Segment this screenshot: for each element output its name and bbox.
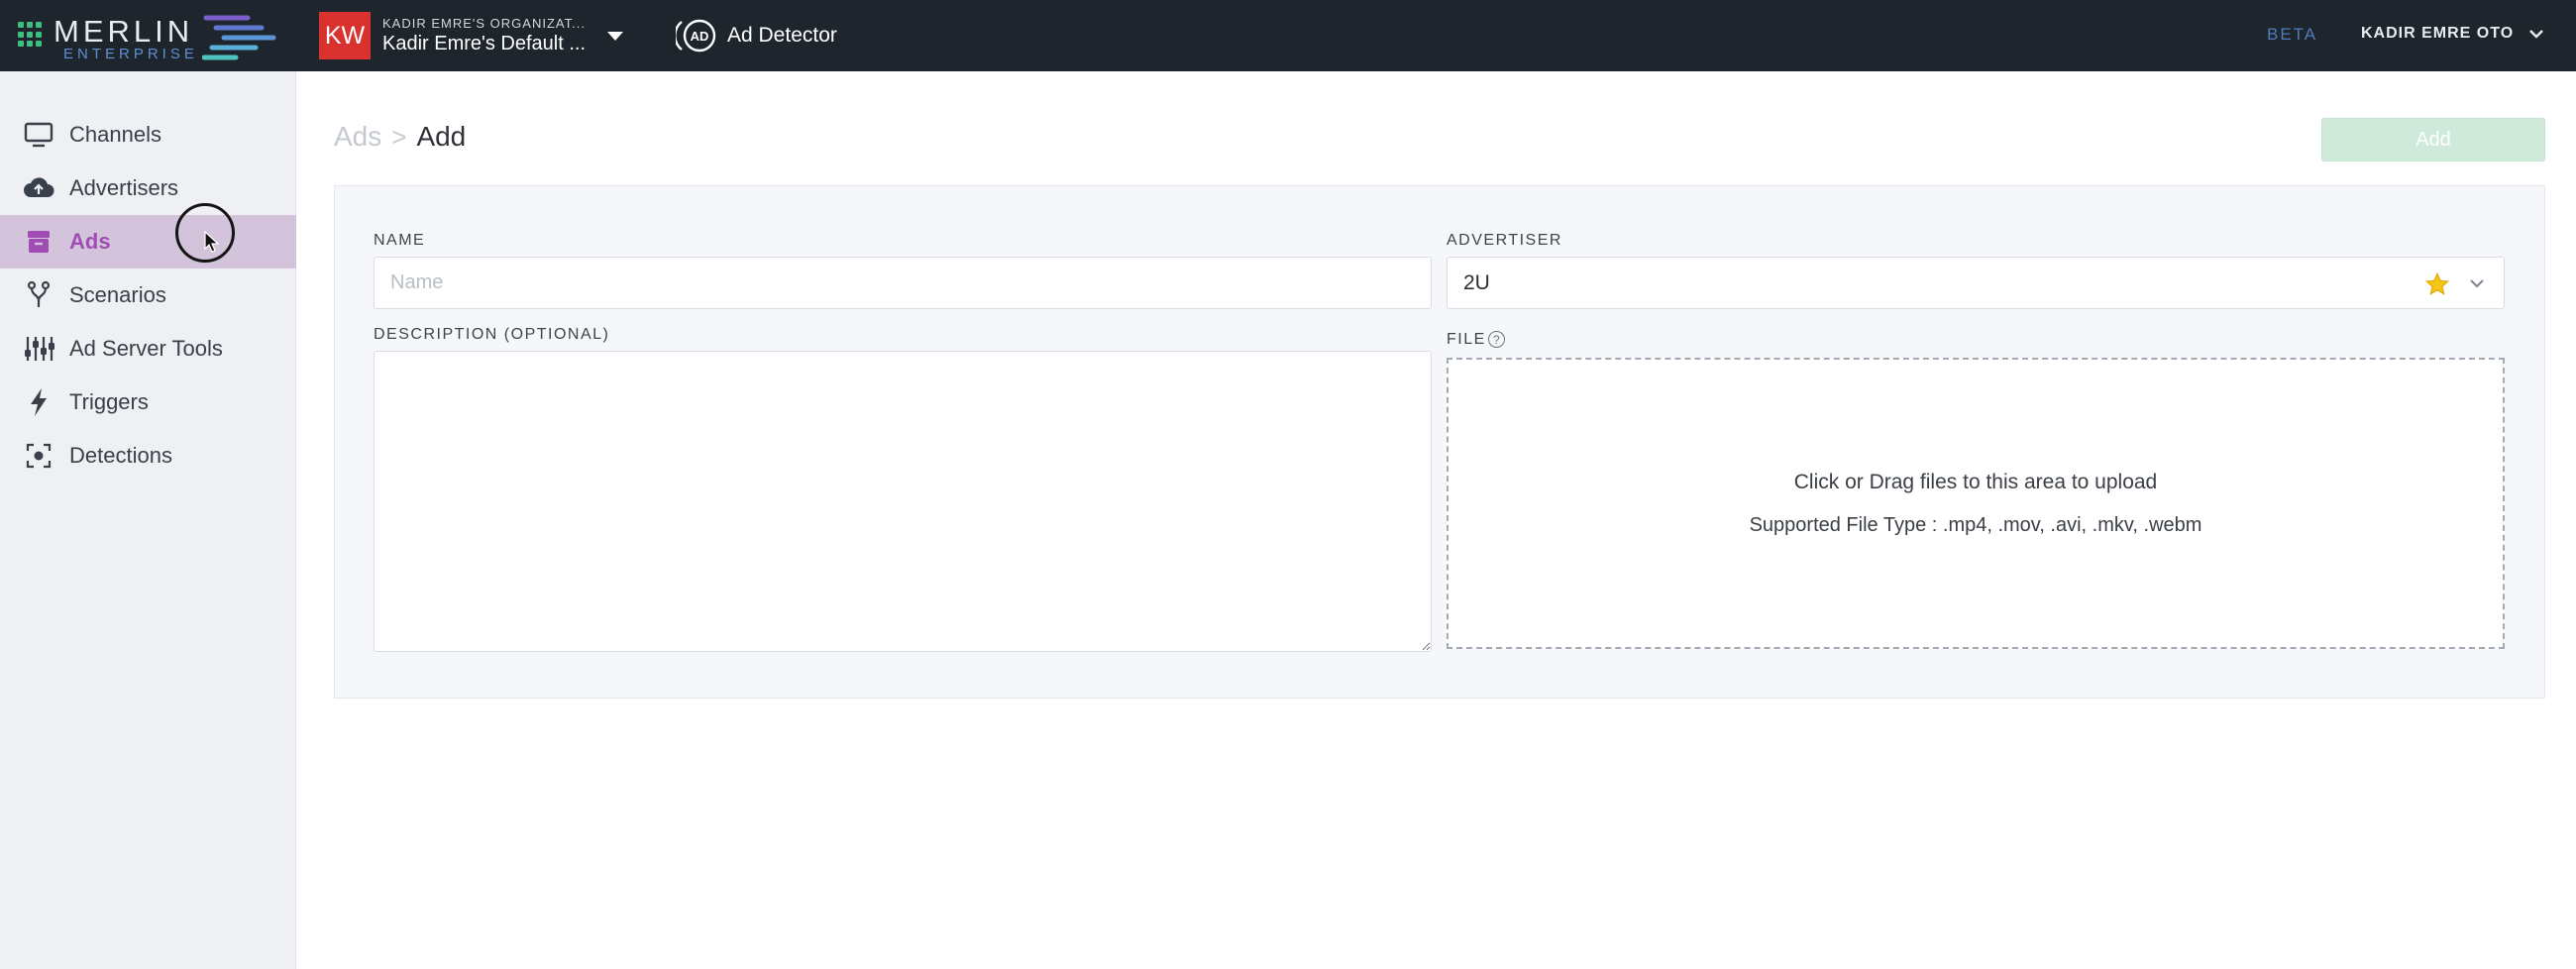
caret-down-icon[interactable] [607,31,623,41]
merlin-logo[interactable]: MERLIN ENTERPRISE [18,8,276,63]
chevron-down-icon[interactable] [2468,277,2486,289]
breadcrumb: Ads > Add [334,121,466,153]
sidebar-item-label: Advertisers [69,175,179,200]
sidebar-item-triggers[interactable]: Triggers [0,376,296,429]
brand-subtitle: ENTERPRISE [63,46,198,62]
organization-name: KADIR EMRE'S ORGANIZAT... [382,16,586,31]
sidebar-item-scenarios[interactable]: Scenarios [0,269,296,322]
brand-swoosh-icon [202,15,276,60]
name-label: NAME [374,232,426,249]
cloud-upload-icon [22,171,55,205]
workspace-name: Kadir Emre's Default ... [382,33,586,54]
dropzone-supported-types: Supported File Type : .mp4, .mov, .avi, … [1749,513,2202,536]
name-input[interactable] [374,257,1432,309]
sidebar-item-ads[interactable]: Ads [0,215,296,269]
sidebar: Channels Advertisers Ads Scenarios Ad Se… [0,71,296,969]
add-button[interactable]: Add [2321,118,2545,162]
sidebar-item-advertisers[interactable]: Advertisers [0,162,296,215]
sidebar-item-detections[interactable]: Detections [0,429,296,483]
chevron-down-icon[interactable] [2527,28,2545,40]
sidebar-item-channels[interactable]: Channels [0,108,296,162]
advertiser-label: ADVERTISER [1447,232,1562,249]
mouse-cursor-icon [204,231,220,253]
apps-grid-icon[interactable] [18,22,44,48]
file-label: FILE? [1447,331,1505,349]
beta-badge: BETA [2267,25,2318,44]
sidebar-item-label: Ads [69,229,111,254]
ad-icon-text: AD [691,29,709,44]
description-textarea[interactable] [374,351,1432,652]
description-label: DESCRIPTION (OPTIONAL) [374,326,610,343]
product-switcher[interactable]: AD Ad Detector [676,16,837,55]
file-upload-dropzone[interactable]: Click or Drag files to this area to uplo… [1447,358,2505,649]
branch-icon [22,278,55,312]
help-icon[interactable]: ? [1487,331,1505,349]
organization-avatar: KW [319,12,371,59]
breadcrumb-separator: > [391,121,407,152]
brand-name: MERLIN [54,14,194,49]
user-name: KADIR EMRE OTO [2361,25,2515,42]
sidebar-item-label: Detections [69,443,172,468]
product-name: Ad Detector [727,24,837,47]
sliders-icon [22,332,55,366]
user-menu[interactable]: KADIR EMRE OTO [2361,25,2545,43]
ad-detector-icon: AD [676,19,716,53]
sidebar-item-ad-server-tools[interactable]: Ad Server Tools [0,322,296,376]
advertiser-selected-value: 2U [1463,270,1490,294]
sidebar-item-label: Channels [69,122,161,147]
focus-target-icon [22,439,55,473]
star-icon[interactable] [2424,271,2450,297]
organization-switcher[interactable]: KW KADIR EMRE'S ORGANIZAT... Kadir Emre'… [319,12,623,59]
advertiser-select[interactable]: 2U [1447,257,2505,309]
lightning-icon [22,385,55,419]
page-title: Add [416,121,467,152]
archive-box-icon [22,225,55,259]
dropzone-title: Click or Drag files to this area to uplo… [1793,470,2158,493]
sidebar-item-label: Ad Server Tools [69,336,223,361]
monitor-icon [22,118,55,152]
sidebar-item-label: Scenarios [69,282,166,307]
file-label-text: FILE [1447,331,1486,348]
top-navigation-bar: MERLIN ENTERPRISE KW KADIR EMRE'S ORGANI… [0,0,2576,71]
breadcrumb-link-ads[interactable]: Ads [334,121,381,153]
sidebar-item-label: Triggers [69,389,149,414]
